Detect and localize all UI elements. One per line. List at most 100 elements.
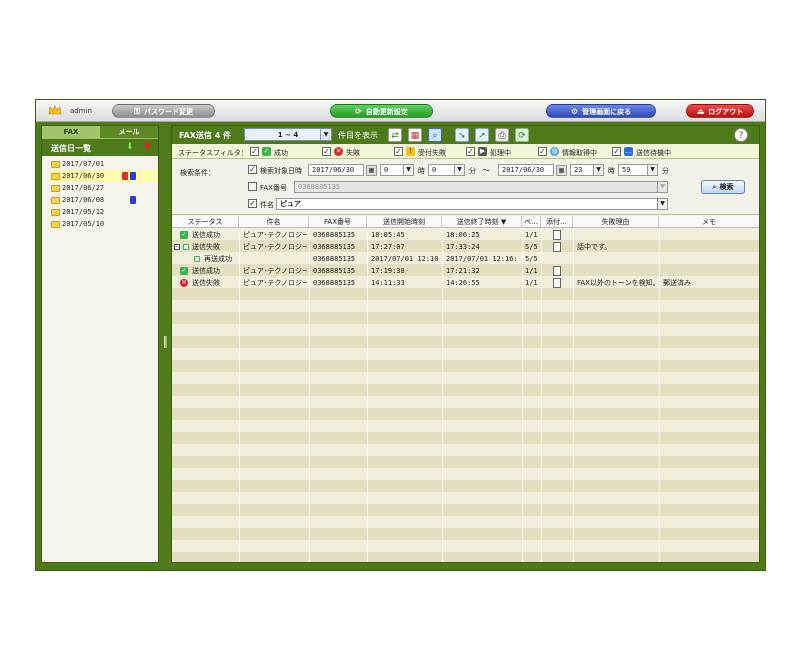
page-range-select[interactable]: 1 ~ 4 ▼ [244,128,332,141]
sidebar-tabs: FAX メール [42,126,158,138]
auto-refresh-label: 自動更新設定 [365,108,408,116]
failure-x-icon: ✕ [180,279,188,287]
date-label: 2017/06/27 [62,184,105,192]
search-icon[interactable]: ⌕ [428,128,442,142]
from-date-input[interactable]: 2017/06/30 [308,164,364,176]
table-row[interactable]: ✕ 送信失敗 ピュア･テクノロジーズ 0368885135 14:11:33 1… [172,277,759,289]
tab-fax[interactable]: FAX [42,126,100,138]
row-pages: 1/1 [525,279,538,287]
chevron-down-icon[interactable]: ▼ [454,164,465,176]
subject-checkbox[interactable]: ✓ [248,199,257,208]
filter-waiting-label: 送信待機中 [636,149,671,157]
date-item[interactable]: 2017/05/12 [50,206,158,218]
search-button[interactable]: ⌕ 検索 [701,180,745,194]
print-icon[interactable]: ⎙ [495,128,509,142]
status-filter-label: ステータスフィルタ： [178,149,248,157]
success-check-icon: ✓ [180,231,188,239]
column-failure-reason[interactable]: 失敗理由 [573,216,659,228]
filter-fetching-checkbox[interactable]: ✓ [538,147,547,156]
filter-fetching-label: 情報取得中 [562,149,597,157]
calendar-icon[interactable]: ▦ [408,128,422,142]
filter-success-checkbox[interactable]: ✓ [250,147,259,156]
column-memo[interactable]: メモ [659,216,759,228]
filter-waiting-checkbox[interactable]: ✓ [612,147,621,156]
calendar-icon[interactable]: ▦ [556,165,567,176]
datetime-checkbox[interactable]: ✓ [248,165,257,174]
table-row[interactable]: − 送信失敗 ピュア･テクノロジーズ 0368885135 17:27:07 1… [172,241,759,253]
to-date-input[interactable]: 2017/06/30 [498,164,554,176]
table-row[interactable]: ✓ 送信成功 ピュア･テクノロジーズ 0368885135 17:19:38 1… [172,265,759,277]
fax-number-label: FAX番号 [260,184,287,192]
filter-failure-checkbox[interactable]: ✓ [322,147,331,156]
chevron-down-icon[interactable]: ▼ [403,164,414,176]
to-min-input[interactable]: 59 [618,164,650,176]
column-fax-number[interactable]: FAX番号 [309,216,367,228]
play-icon: ▶ [478,147,487,156]
column-status[interactable]: ステータス [172,216,239,228]
date-label: 2017/06/08 [62,196,105,204]
reply-icon[interactable]: ➚ [475,128,489,142]
delete-icon[interactable]: ✖ [143,141,151,152]
document-icon[interactable] [553,278,561,288]
date-item[interactable]: 2017/07/01 [50,158,158,170]
row-subject: ピュア･テクノロジーズ [243,279,307,287]
date-item[interactable]: 2017/06/08 [50,194,158,206]
blue-tag-icon [130,172,136,180]
logout-button[interactable]: ⏏ ログアウト [686,104,754,118]
download-icon[interactable]: ⬇ [126,142,134,152]
forward-icon[interactable]: ➘ [455,128,469,142]
document-icon[interactable] [553,266,561,276]
filter-success-label: 成功 [274,149,288,157]
main-toolbar: FAX送信 4 件 1 ~ 4 ▼ 件目を表示 ⇄ ▦ ⌕ ➘ ➚ ⎙ ⟳ ? [172,126,759,144]
failure-x-icon: ✕ [334,147,343,156]
fax-number-checkbox[interactable] [248,182,257,191]
table-row[interactable]: ✓ 送信成功 ピュア･テクノロジーズ 0368885135 18:05:45 1… [172,229,759,241]
min-unit: 分 [662,167,669,175]
back-to-admin-button[interactable]: ⚙ 管理画面に戻る [546,104,656,118]
calendar-icon[interactable]: ▦ [366,165,377,176]
search-icon: ⌕ [712,183,717,191]
row-status: 送信失敗 [192,243,220,251]
date-item[interactable]: 2017/06/27 [50,182,158,194]
filter-processing-checkbox[interactable]: ✓ [466,147,475,156]
table-row-child[interactable]: 再送成功 0368885135 2017/07/01 12:10 2017/07… [172,253,759,265]
subject-input[interactable]: ピュア [276,198,668,210]
chevron-down-icon[interactable]: ▼ [593,164,604,176]
row-subject: ピュア･テクノロジーズ [243,243,307,251]
document-icon[interactable] [553,242,561,252]
row-subject: ピュア･テクノロジーズ [243,267,307,275]
password-change-button[interactable]: ⚿ パスワード変更 [112,104,215,118]
row-reason [577,265,658,277]
fax-number-input[interactable]: 0368885135 [294,181,668,193]
column-subject[interactable]: 件名 [239,216,309,228]
tab-mail[interactable]: メール [100,126,158,138]
table-header: ステータス 件名 FAX番号 送信開始時刻 送信終了時刻 ▼ ペ… 添付… 失敗… [172,216,759,228]
row-fax: 0368885135 [313,279,356,287]
column-start-time[interactable]: 送信開始時刻 [367,216,442,228]
row-reason [577,253,658,265]
date-item[interactable]: 2017/05/10 [50,218,158,230]
chevron-down-icon[interactable]: ▼ [657,198,668,210]
chevron-down-icon[interactable]: ▼ [647,164,658,176]
chevron-down-icon: ▼ [320,129,331,140]
refresh-icon[interactable]: ⟳ [515,128,529,142]
document-icon[interactable] [553,230,561,240]
panel-splitter[interactable] [164,336,167,348]
column-end-time[interactable]: 送信終了時刻 ▼ [442,216,522,228]
date-item-selected[interactable]: 2017/06/30 [50,170,158,182]
help-icon[interactable]: ? [734,128,748,142]
date-label: 2017/05/12 [62,208,105,216]
sidebar: FAX メール 送信日一覧 ⬇ ✖ 2017/07/01 2017/06/30 … [41,125,159,563]
row-pages: 5/5 [525,255,538,263]
row-fax: 0368885135 [313,267,356,275]
column-attachments[interactable]: 添付… [541,216,573,228]
folder-icon [51,161,60,168]
collapse-icon[interactable]: − [174,244,180,250]
filter-reception-failed-checkbox[interactable]: ✓ [394,147,403,156]
column-pages[interactable]: ペ… [522,216,541,228]
resend-icon[interactable]: ⇄ [388,128,402,142]
row-status: 送信失敗 [192,279,220,287]
folder-icon [51,185,60,192]
row-end: 2017/07/01 12:16: [446,255,518,263]
auto-refresh-settings-button[interactable]: ⟳ 自動更新設定 [330,104,433,118]
